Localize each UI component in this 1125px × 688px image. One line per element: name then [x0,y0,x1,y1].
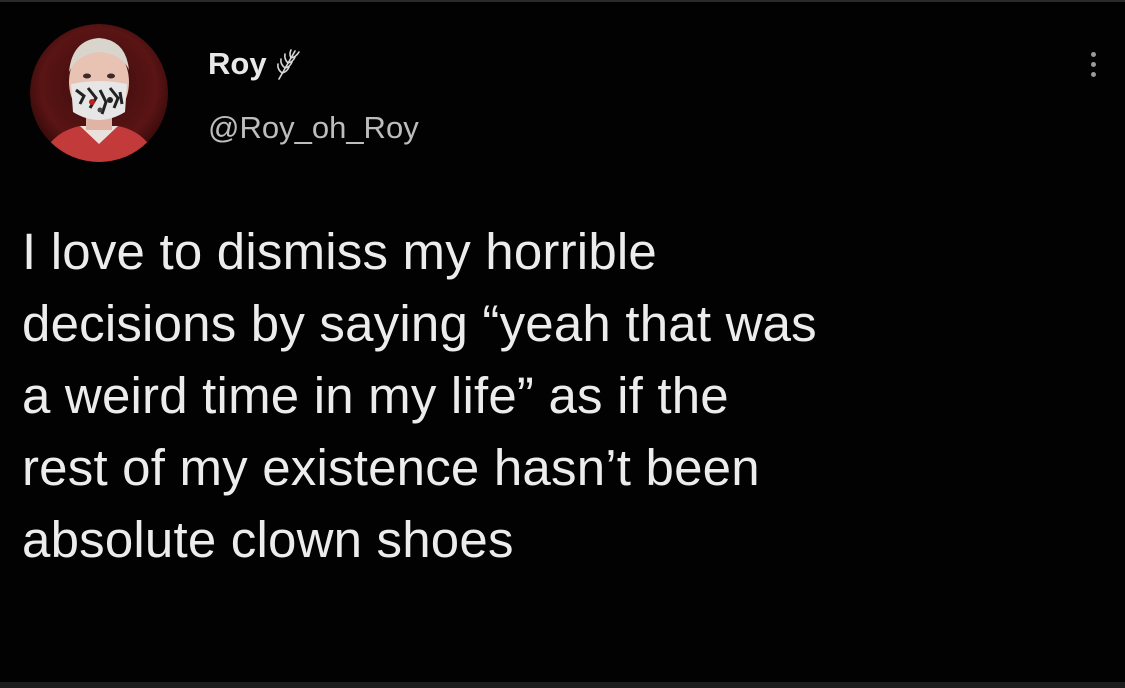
tweet-body: I love to dismiss my horrible decisions … [22,222,1117,582]
vertical-ellipsis-icon [1090,51,1096,57]
tweet-card: Roy @Roy_oh_Roy I love to dismiss my hor… [0,0,1125,688]
vertical-ellipsis-icon [1090,61,1096,67]
vertical-ellipsis-icon [1090,71,1096,77]
wheat-sprig-icon [273,48,303,80]
author-name-row[interactable]: Roy [208,40,303,88]
author-avatar[interactable] [30,24,168,162]
author-handle[interactable]: @Roy_oh_Roy [208,110,419,146]
author-display-name[interactable]: Roy [208,46,267,82]
more-options-button[interactable] [1080,42,1106,86]
